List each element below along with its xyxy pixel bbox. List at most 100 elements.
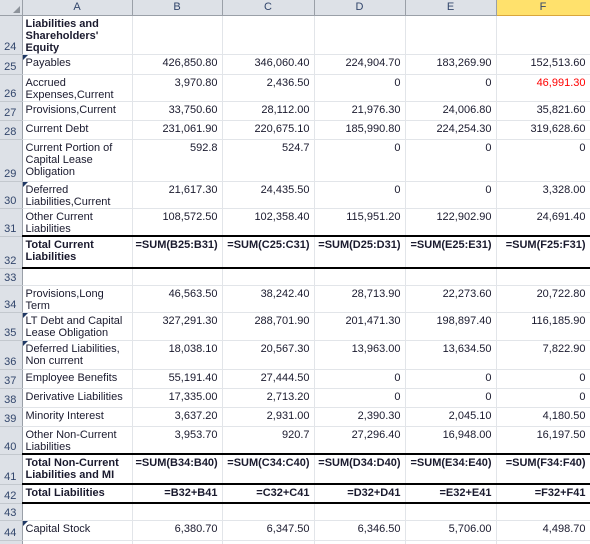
cell-E30[interactable]: 0	[405, 181, 497, 209]
row-header-38[interactable]: 38	[0, 388, 23, 408]
cell-B34[interactable]: 46,563.50	[132, 285, 223, 313]
cell-B44[interactable]: 6,380.70	[132, 520, 223, 541]
cell-E43[interactable]	[405, 503, 497, 521]
row-header-26[interactable]: 26	[0, 74, 23, 102]
cell-B28[interactable]: 231,061.90	[132, 120, 223, 140]
cell-B29[interactable]: 592.8	[132, 139, 223, 182]
cell-E45[interactable]: 4,223.80	[405, 540, 497, 544]
table-row[interactable]: 27 Provisions,Current 33,750.60 28,112.00 21…	[0, 101, 590, 121]
cell-E41[interactable]: =SUM(E34:E40)	[405, 453, 497, 485]
cell-A32[interactable]: Total Current Liabilities	[22, 235, 133, 269]
cell-C27[interactable]: 28,112.00	[222, 101, 315, 121]
row-header-24[interactable]: 24	[0, 15, 23, 55]
table-row[interactable]: 26 Accrued Expenses,Current 3,970.80 2,436.…	[0, 74, 590, 102]
cell-A42[interactable]: Total Liabilities	[22, 483, 133, 504]
cell-D24[interactable]	[314, 15, 406, 55]
cell-F29[interactable]: 0	[496, 139, 590, 182]
row-header-45[interactable]: 45	[0, 540, 23, 544]
table-row[interactable]: 29 Current Portion of Capital Lease Oblig…	[0, 139, 590, 182]
row-header-35[interactable]: 35	[0, 312, 23, 341]
cell-E31[interactable]: 122,902.90	[405, 208, 497, 237]
cell-D40[interactable]: 27,296.40	[314, 426, 406, 455]
cell-A44[interactable]: Capital Stock	[22, 520, 133, 541]
row-header-36[interactable]: 36	[0, 340, 23, 370]
table-row[interactable]: 44 Capital Stock 6,380.70 6,347.50 6,346.50 5…	[0, 520, 590, 541]
cell-E44[interactable]: 5,706.00	[405, 520, 497, 541]
cell-B33[interactable]	[132, 268, 223, 286]
cell-C43[interactable]	[222, 503, 315, 521]
cell-B30[interactable]: 21,617.30	[132, 181, 223, 209]
cell-C34[interactable]: 38,242.40	[222, 285, 315, 313]
cell-C42[interactable]: =C32+C41	[222, 483, 315, 504]
cell-D34[interactable]: 28,713.90	[314, 285, 406, 313]
cell-E25[interactable]: 183,269.90	[405, 54, 497, 75]
cell-B36[interactable]: 18,038.10	[132, 340, 223, 370]
row-header-37[interactable]: 37	[0, 369, 23, 389]
cell-B42[interactable]: =B32+B41	[132, 483, 223, 504]
row-header-39[interactable]: 39	[0, 407, 23, 427]
cell-B41[interactable]: =SUM(B34:B40)	[132, 453, 223, 485]
cell-A31[interactable]: Other Current Liabilities	[22, 208, 133, 237]
cell-B31[interactable]: 108,572.50	[132, 208, 223, 237]
cell-A40[interactable]: Other Non-Current Liabilities	[22, 426, 133, 455]
cell-D29[interactable]: 0	[314, 139, 406, 182]
column-header-e[interactable]: E	[405, 0, 497, 16]
cell-D44[interactable]: 6,346.50	[314, 520, 406, 541]
cell-F44[interactable]: 4,498.70	[496, 520, 590, 541]
table-row[interactable]: 43	[0, 503, 590, 521]
cell-F26[interactable]: 46,991.30	[496, 74, 590, 102]
table-row[interactable]: 40 Other Non-Current Liabilities 3,953.70 9…	[0, 426, 590, 455]
cell-D28[interactable]: 185,990.80	[314, 120, 406, 140]
cell-E28[interactable]: 224,254.30	[405, 120, 497, 140]
cell-A24[interactable]: Liabilities and Shareholders' Equity	[22, 15, 133, 55]
spreadsheet-grid[interactable]: A B C D E F 24 Liabilities and Shareholde…	[0, 0, 590, 544]
cell-F27[interactable]: 35,821.60	[496, 101, 590, 121]
cell-F25[interactable]: 152,513.60	[496, 54, 590, 75]
cell-F45[interactable]: -28,003.70	[496, 540, 590, 544]
cell-A26[interactable]: Accrued Expenses,Current	[22, 74, 133, 102]
cell-F31[interactable]: 24,691.40	[496, 208, 590, 237]
select-all-corner[interactable]	[0, 0, 23, 16]
cell-A39[interactable]: Minority Interest	[22, 407, 133, 427]
cell-C45[interactable]: 0	[222, 540, 315, 544]
cell-D26[interactable]: 0	[314, 74, 406, 102]
cell-B32[interactable]: =SUM(B25:B31)	[132, 235, 223, 269]
cell-A37[interactable]: Employee Benefits	[22, 369, 133, 389]
cell-A35[interactable]: LT Debt and Capital Lease Obligation	[22, 312, 133, 341]
cell-C32[interactable]: =SUM(C25:C31)	[222, 235, 315, 269]
cell-D35[interactable]: 201,471.30	[314, 312, 406, 341]
cell-B27[interactable]: 33,750.60	[132, 101, 223, 121]
cell-A38[interactable]: Derivative Liabilities	[22, 388, 133, 408]
table-row[interactable]: 37 Employee Benefits 55,191.40 27,444.50 0 0 0	[0, 369, 590, 389]
cell-C38[interactable]: 2,713.20	[222, 388, 315, 408]
row-header-40[interactable]: 40	[0, 426, 23, 455]
cell-A41[interactable]: Total Non-Current Liabilities and MI	[22, 453, 133, 485]
cell-C41[interactable]: =SUM(C34:C40)	[222, 453, 315, 485]
cell-C29[interactable]: 524.7	[222, 139, 315, 182]
cell-C40[interactable]: 920.7	[222, 426, 315, 455]
cell-F40[interactable]: 16,197.50	[496, 426, 590, 455]
cell-D32[interactable]: =SUM(D25:D31)	[314, 235, 406, 269]
cell-D30[interactable]: 0	[314, 181, 406, 209]
row-header-27[interactable]: 27	[0, 101, 23, 121]
cell-E34[interactable]: 22,273.60	[405, 285, 497, 313]
cell-B45[interactable]: 0	[132, 540, 223, 544]
column-header-f[interactable]: F	[496, 0, 590, 16]
cell-D36[interactable]: 13,963.00	[314, 340, 406, 370]
cell-E24[interactable]	[405, 15, 497, 55]
cell-C36[interactable]: 20,567.30	[222, 340, 315, 370]
row-header-31[interactable]: 31	[0, 208, 23, 237]
table-row[interactable]: 25 Payables 426,850.80 346,060.40 224,904.70…	[0, 54, 590, 75]
column-header-b[interactable]: B	[132, 0, 223, 16]
cell-B43[interactable]	[132, 503, 223, 521]
cell-F30[interactable]: 3,328.00	[496, 181, 590, 209]
table-row[interactable]: 33	[0, 268, 590, 286]
cell-D41[interactable]: =SUM(D34:D40)	[314, 453, 406, 485]
cell-F43[interactable]	[496, 503, 590, 521]
table-row[interactable]: 31 Other Current Liabilities 108,572.50 102…	[0, 208, 590, 237]
cell-D38[interactable]: 0	[314, 388, 406, 408]
cell-B38[interactable]: 17,335.00	[132, 388, 223, 408]
cell-E27[interactable]: 24,006.80	[405, 101, 497, 121]
cell-E33[interactable]	[405, 268, 497, 286]
cell-E40[interactable]: 16,948.00	[405, 426, 497, 455]
